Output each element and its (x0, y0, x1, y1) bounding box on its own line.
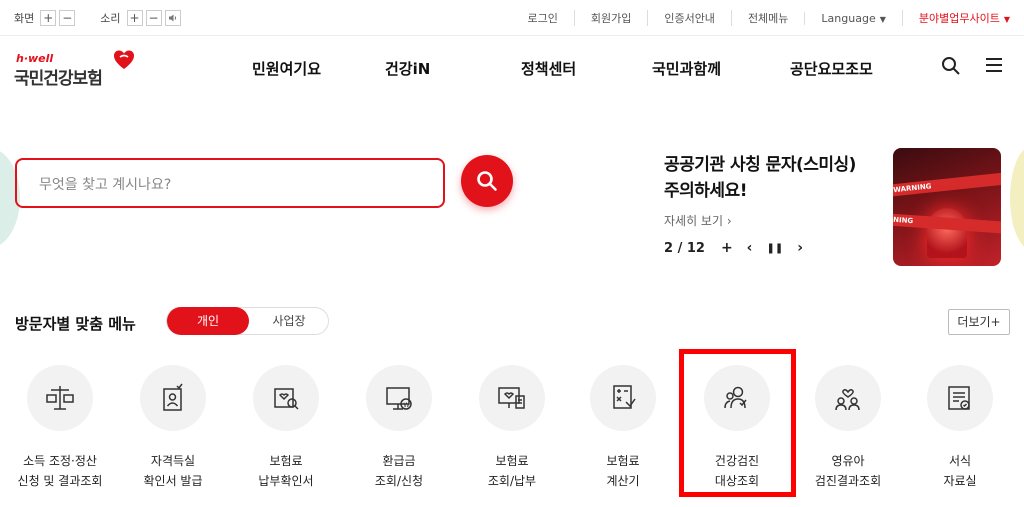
document-search-icon (274, 388, 299, 410)
nhis-logo[interactable]: h·well 국민건강보험 (14, 46, 144, 92)
service-label-line1: 보험료 (606, 454, 640, 468)
tab-personal[interactable]: 개인 (167, 307, 249, 335)
service-item-form-library[interactable]: 서식 자료실 (905, 365, 1015, 491)
nav-item-about[interactable]: 공단요모조모 (790, 58, 873, 79)
visitor-type-toggle: 개인 사업장 (166, 307, 329, 335)
language-label: Language (821, 11, 876, 25)
sound-group: 소리 + − (100, 10, 183, 26)
sound-label: 소리 (100, 12, 121, 25)
volume-up-button[interactable]: + (126, 10, 143, 26)
service-item-refund[interactable]: W 환급금 조회/신청 (344, 365, 454, 491)
nav-item-health-in[interactable]: 건강iN (385, 58, 430, 79)
family-icon (835, 388, 860, 411)
service-item-premium-payment[interactable]: 보험료 조회/납부 (457, 365, 567, 491)
decorative-shape-right (1010, 146, 1024, 250)
prev-button[interactable]: ‹ (747, 240, 753, 256)
service-label-line1: 소득 조정·정산 (23, 454, 97, 468)
service-label-line2: 확인서 발급 (143, 474, 203, 488)
service-icon-circle (590, 365, 656, 431)
service-label-line1: 서식 (948, 454, 972, 468)
service-icon-circle (927, 365, 993, 431)
service-label-line1: 보험료 (269, 454, 303, 468)
certificate-guide-link[interactable]: 인증서안내 (647, 10, 731, 26)
service-icon-circle (140, 365, 206, 431)
service-label-line2: 납부확인서 (258, 474, 314, 488)
utility-links: 로그인 회원가입 인증서안내 전체메뉴 Language ▼ 분야별업무사이트 ▼ (511, 10, 1010, 26)
service-icon-circle (815, 365, 881, 431)
logo-name: 국민건강보험 (14, 69, 103, 89)
pause-button[interactable]: ❚❚ (766, 243, 783, 254)
notice-panel: 공공기관 사칭 문자(스미싱) 주의하세요! 자세히 보기 › (664, 152, 894, 229)
monitor-won-icon: W (386, 387, 412, 410)
service-item-income-adjustment[interactable]: 소득 조정·정산 신청 및 결과조회 (5, 365, 115, 491)
highlight-box (679, 349, 796, 497)
add-button[interactable]: + (721, 240, 733, 256)
nav-item-civil-service[interactable]: 민원여기요 (252, 58, 321, 79)
speaker-icon[interactable] (164, 10, 181, 26)
login-link[interactable]: 로그인 (511, 10, 573, 26)
screen-zoom-out-button[interactable]: − (59, 10, 76, 26)
notice-pager: 2 / 12 + ‹ ❚❚ › (664, 240, 817, 256)
search-icon[interactable] (941, 56, 961, 76)
service-label-line1: 환급금 (382, 454, 416, 468)
service-icon-circle (253, 365, 319, 431)
service-label-line2: 조회/납부 (487, 474, 537, 488)
search-button[interactable] (461, 155, 513, 207)
screen-zoom-group: 화면 + − (14, 10, 78, 26)
chevron-down-icon: ▼ (1003, 15, 1010, 24)
service-icon-circle (27, 365, 93, 431)
nav-item-policy-center[interactable]: 정책센터 (521, 58, 576, 79)
screen-label: 화면 (14, 12, 35, 25)
id-card-icon (163, 383, 183, 411)
search-input[interactable]: 무엇을 찾고 계시나요? (15, 158, 445, 208)
form-icon (948, 386, 970, 410)
field-site-select[interactable]: 분야별업무사이트 ▼ (901, 10, 1010, 26)
service-label-line2: 계산기 (606, 474, 640, 488)
scale-icon (46, 386, 74, 410)
service-label-line1: 자격득실 (150, 454, 196, 468)
field-site-label: 분야별업무사이트 (918, 12, 1000, 25)
calculator-icon (613, 385, 636, 409)
hamburger-menu-icon[interactable] (985, 56, 1003, 74)
siren-icon (927, 208, 967, 258)
notice-title-line2[interactable]: 주의하세요! (664, 178, 894, 204)
service-label-line2: 조회/신청 (374, 474, 424, 488)
service-item-infant-checkup[interactable]: 영유아 검진결과조회 (793, 365, 903, 491)
heart-icon (114, 50, 134, 69)
svg-text:W: W (404, 402, 410, 409)
search-icon (477, 171, 497, 191)
full-menu-link[interactable]: 전체메뉴 (730, 10, 804, 26)
search-placeholder: 무엇을 찾고 계시나요? (39, 177, 172, 193)
utility-bar: 화면 + − 소리 + − 로그인 회원가입 인증서안내 전체메뉴 Langua… (0, 0, 1024, 36)
service-label-line2: 검진결과조회 (814, 474, 882, 488)
notice-banner-image[interactable]: WARNING NING (893, 148, 1001, 266)
warning-tape: WARNING (893, 170, 1001, 198)
notice-title-line1[interactable]: 공공기관 사칭 문자(스미싱) (664, 152, 894, 178)
service-item-payment-confirmation[interactable]: 보험료 납부확인서 (231, 365, 341, 491)
accessibility-controls: 화면 + − 소리 + − (14, 10, 206, 26)
nav-item-with-people[interactable]: 국민과함께 (652, 58, 721, 79)
tab-business[interactable]: 사업장 (249, 308, 329, 334)
service-icon-circle (479, 365, 545, 431)
next-button[interactable]: › (797, 240, 803, 256)
language-select[interactable]: Language ▼ (804, 11, 901, 25)
chevron-down-icon: ▼ (879, 14, 886, 24)
service-label-line2: 자료실 (943, 474, 977, 488)
more-button[interactable]: 더보기+ (948, 309, 1010, 335)
service-item-qualification[interactable]: 자격득실 확인서 발급 (118, 365, 228, 491)
service-label-line1: 보험료 (495, 454, 529, 468)
service-label-line1: 영유아 (831, 454, 865, 468)
service-icon-circle: W (366, 365, 432, 431)
monitor-receipt-icon (498, 387, 525, 409)
screen-zoom-in-button[interactable]: + (40, 10, 57, 26)
service-label-line2: 신청 및 결과조회 (17, 474, 103, 488)
notice-more-link[interactable]: 자세히 보기 › (664, 212, 894, 229)
service-item-premium-calculator[interactable]: 보험료 계산기 (568, 365, 678, 491)
main-header: h·well 국민건강보험 민원여기요 건강iN 정책센터 국민과함께 공단요모… (0, 36, 1024, 100)
page-counter: 2 / 12 (664, 240, 705, 256)
signup-link[interactable]: 회원가입 (573, 10, 647, 26)
volume-down-button[interactable]: − (145, 10, 162, 26)
custom-menu-title: 방문자별 맞춤 메뉴 (15, 315, 136, 333)
